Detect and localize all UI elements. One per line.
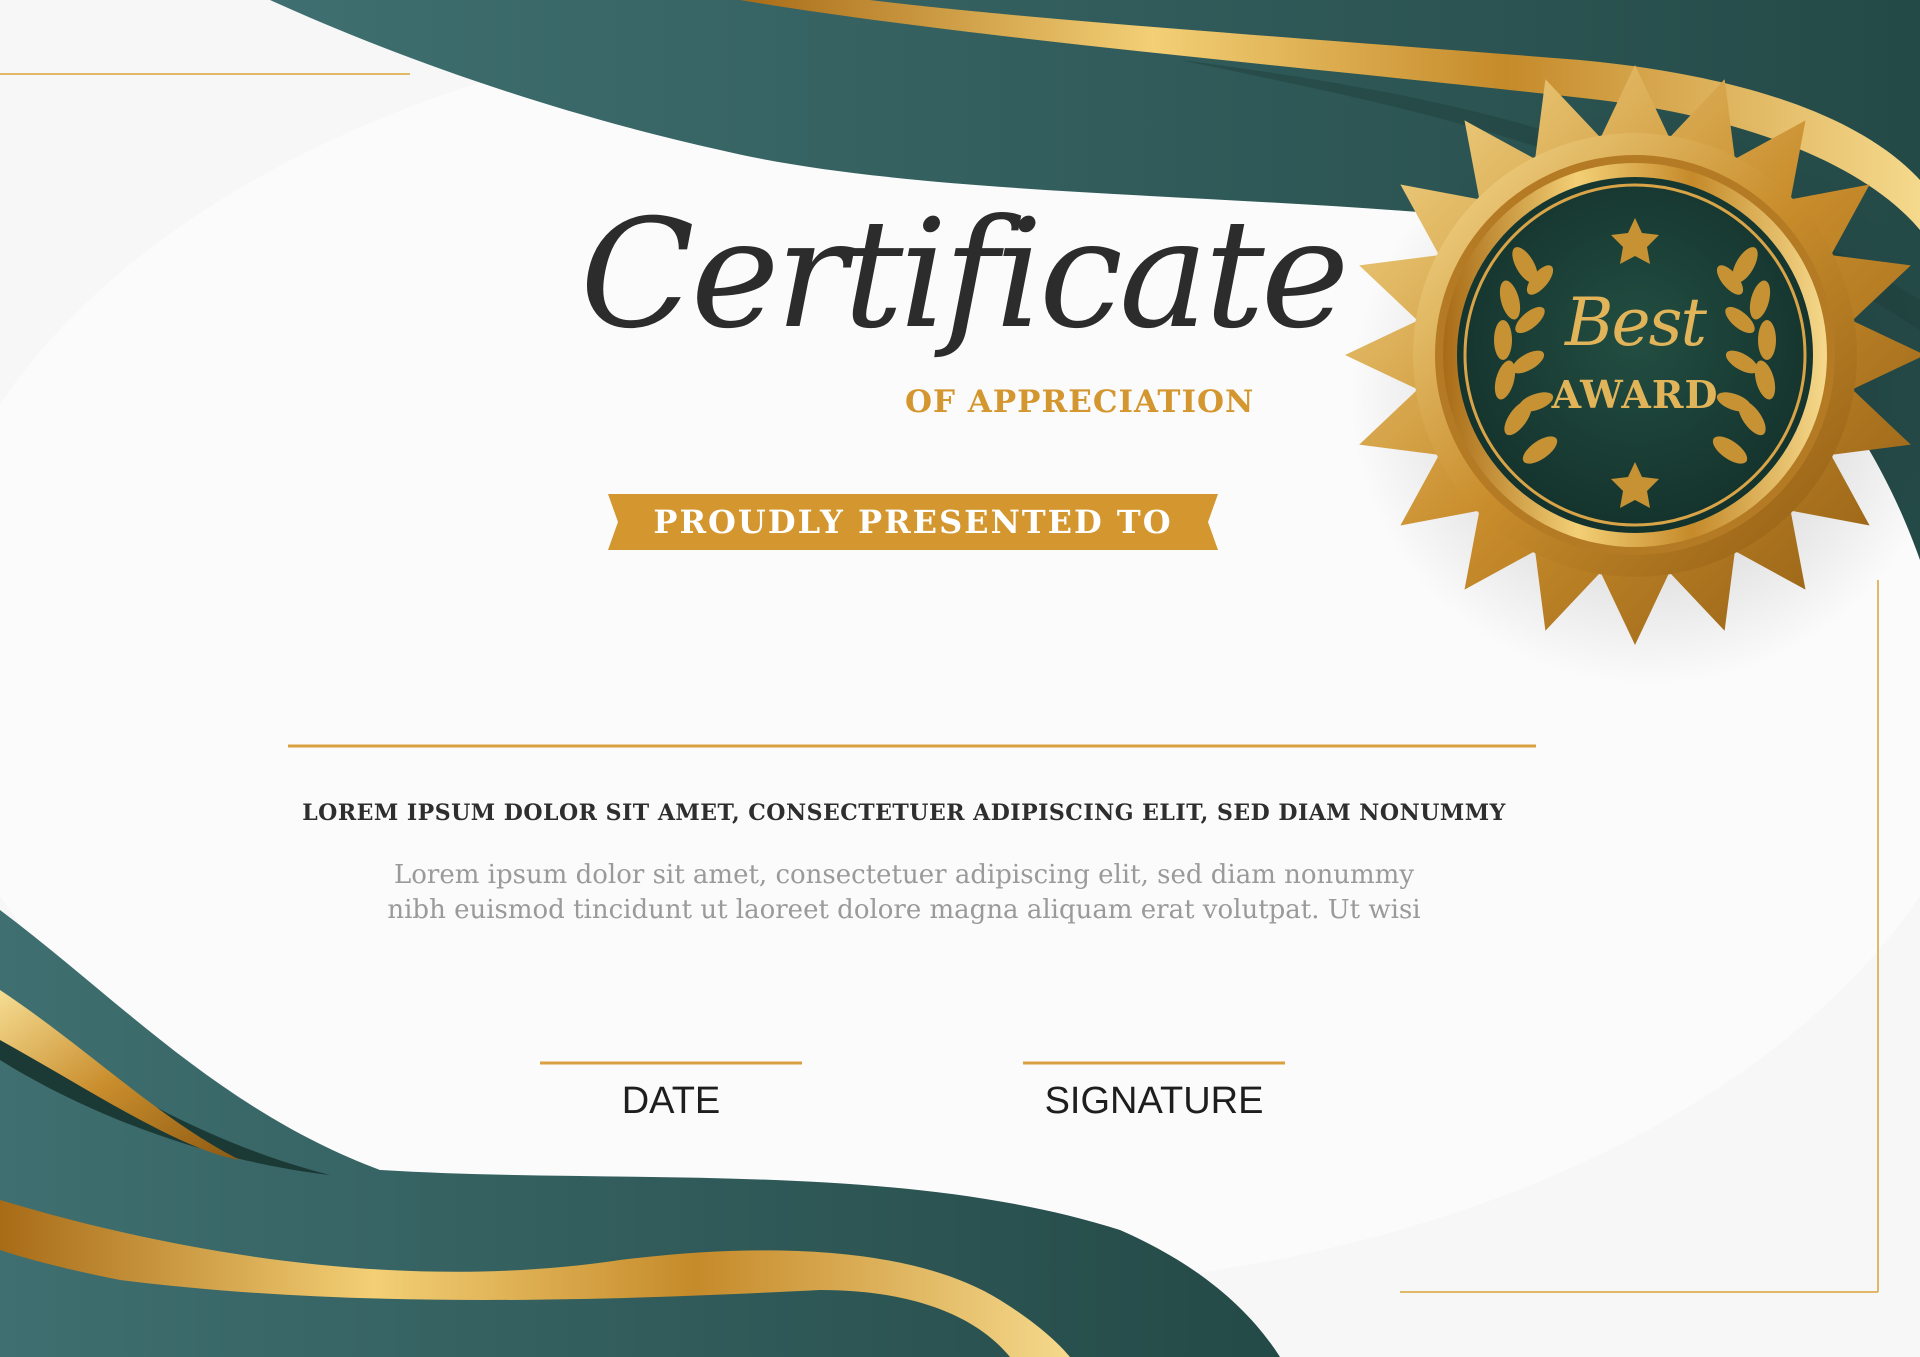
- body-text: Lorem ipsum dolor sit amet, consectetuer…: [288, 858, 1520, 928]
- badge-award-text: AWARD: [1551, 372, 1719, 417]
- certificate-title: Certificate: [580, 188, 1349, 362]
- certificate-page: Certificate OF APPRECIATION PROUDLY PRES…: [0, 0, 1920, 1357]
- badge-script-text: Best: [1565, 284, 1707, 361]
- presented-to-label: PROUDLY PRESENTED TO: [653, 503, 1173, 541]
- certificate-subtitle: OF APPRECIATION: [905, 384, 1255, 420]
- body-line: Lorem ipsum dolor sit amet, consectetuer…: [393, 860, 1415, 890]
- signature-label: SIGNATURE: [1044, 1080, 1264, 1122]
- body-line: nibh euismod tincidunt ut laoreet dolore…: [387, 895, 1421, 925]
- body-heading: LOREM IPSUM DOLOR SIT AMET, CONSECTETUER…: [302, 800, 1506, 826]
- date-label: DATE: [621, 1080, 721, 1122]
